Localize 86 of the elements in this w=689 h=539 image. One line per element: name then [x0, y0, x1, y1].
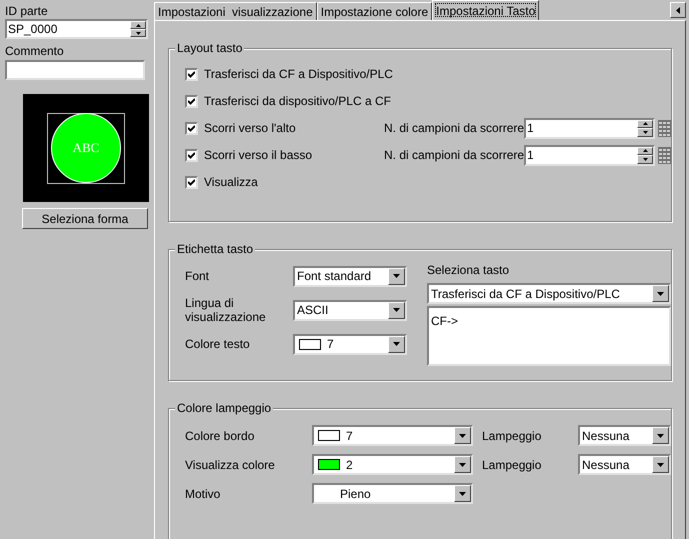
- number-value: 1: [526, 147, 535, 164]
- dropdown-value: 2: [345, 456, 354, 474]
- dropdown-button[interactable]: [388, 268, 405, 284]
- textarea-text: CF->: [431, 314, 458, 328]
- dropdown[interactable]: Font standard: [293, 266, 407, 286]
- field-label: Commento: [5, 43, 65, 59]
- dropdown[interactable]: Pieno: [312, 483, 473, 504]
- dropdown-value: Font standard: [296, 268, 372, 285]
- caret-icon: [459, 492, 466, 496]
- dropdown[interactable]: ASCII: [293, 300, 407, 320]
- spin-buttons[interactable]: [637, 146, 653, 164]
- tab[interactable]: Impostazioni visualizzazione: [154, 2, 317, 20]
- spin-buttons[interactable]: [637, 120, 653, 136]
- caret-icon: [459, 462, 466, 466]
- checkbox[interactable]: [185, 148, 198, 162]
- checkbox-label: Trasferisci da dispositivo/PLC a CF: [204, 93, 391, 110]
- dropdown-button[interactable]: [652, 285, 669, 302]
- tab[interactable]: Impostazione colore: [316, 2, 432, 20]
- field-label: Seleziona tasto: [427, 262, 510, 278]
- number-field[interactable]: 1: [524, 144, 655, 166]
- keypad-icon[interactable]: [658, 120, 671, 136]
- checkbox[interactable]: [185, 68, 198, 80]
- id-field[interactable]: SP_0000: [5, 19, 148, 39]
- checkbox-label: Scorri verso l'alto: [204, 120, 297, 137]
- check-icon: [188, 98, 195, 104]
- dropdown-button[interactable]: [652, 456, 669, 473]
- group-title: Colore lampeggio: [175, 400, 274, 416]
- comment-field[interactable]: [5, 60, 145, 80]
- dropdown-value: Nessuna: [581, 456, 630, 474]
- tab[interactable]: Impostazioni Tasto: [432, 0, 540, 20]
- field-label: Colore testo: [185, 337, 251, 351]
- check-icon: [188, 152, 195, 158]
- field-label: Lingua di visualizzazione: [185, 296, 267, 324]
- field-label: Motivo: [185, 486, 222, 502]
- field-label: Lampeggio: [482, 428, 542, 444]
- caret-icon: [393, 342, 400, 346]
- field-label: Font: [185, 269, 210, 283]
- dropdown-value: 7: [345, 428, 354, 444]
- dropdown-button[interactable]: [388, 302, 405, 318]
- number-value: 1: [526, 120, 535, 137]
- checkbox-label: Scorri verso il basso: [204, 147, 314, 164]
- dropdown-button[interactable]: [388, 336, 405, 352]
- dropdown-value: Pieno: [339, 486, 372, 502]
- dropdown[interactable]: 2: [312, 454, 473, 475]
- checkbox-label: Trasferisci da CF a Dispositivo/PLC: [204, 66, 393, 83]
- dropdown[interactable]: 7: [293, 334, 407, 354]
- spin-buttons[interactable]: [130, 21, 146, 37]
- dropdown-value: Nessuna: [581, 428, 630, 444]
- checkbox[interactable]: [185, 122, 198, 134]
- dropdown[interactable]: Nessuna: [578, 425, 671, 446]
- dropdown-button[interactable]: [454, 427, 471, 444]
- caret-icon: [393, 308, 400, 312]
- dropdown[interactable]: Nessuna: [578, 454, 671, 475]
- scroll-left-button[interactable]: [670, 2, 686, 18]
- preview-text: ABC: [72, 139, 100, 158]
- dropdown[interactable]: Trasferisci da CF a Dispositivo/PLC: [427, 283, 671, 304]
- checkbox-label: Visualizza: [204, 174, 259, 191]
- dropdown-value: ASCII: [296, 302, 330, 319]
- caret-icon: [657, 434, 664, 438]
- field-label: Colore bordo: [185, 428, 256, 444]
- dropdown-button[interactable]: [652, 427, 669, 444]
- dropdown-value: Trasferisci da CF a Dispositivo/PLC: [430, 286, 621, 302]
- caret-icon: [657, 462, 664, 466]
- checkbox[interactable]: [185, 94, 198, 108]
- field-label: Lampeggio: [482, 456, 542, 474]
- caret-icon: [459, 434, 466, 438]
- check-icon: [188, 70, 195, 78]
- spin-label: N. di campioni da scorrere: [384, 147, 524, 164]
- dropdown[interactable]: 7: [312, 425, 473, 446]
- dropdown-value: 7: [326, 336, 335, 353]
- id-value: SP_0000: [7, 21, 58, 38]
- caret-icon: [657, 292, 664, 296]
- check-icon: [188, 124, 195, 132]
- caret-icon: [393, 274, 400, 278]
- keypad-icon[interactable]: [658, 146, 671, 164]
- left-arrow-icon: [676, 6, 680, 14]
- select-shape-button[interactable]: Seleziona forma: [22, 208, 148, 229]
- field-label: Visualizza colore: [185, 456, 276, 474]
- spin-label: N. di campioni da scorrere: [384, 120, 524, 137]
- key-label-textarea[interactable]: CF->: [427, 306, 671, 366]
- checkbox[interactable]: [185, 176, 198, 188]
- field-label: ID parte: [5, 3, 49, 19]
- dropdown-button[interactable]: [454, 456, 471, 473]
- dropdown-button[interactable]: [454, 485, 471, 502]
- number-field[interactable]: 1: [524, 118, 655, 138]
- check-icon: [188, 178, 195, 186]
